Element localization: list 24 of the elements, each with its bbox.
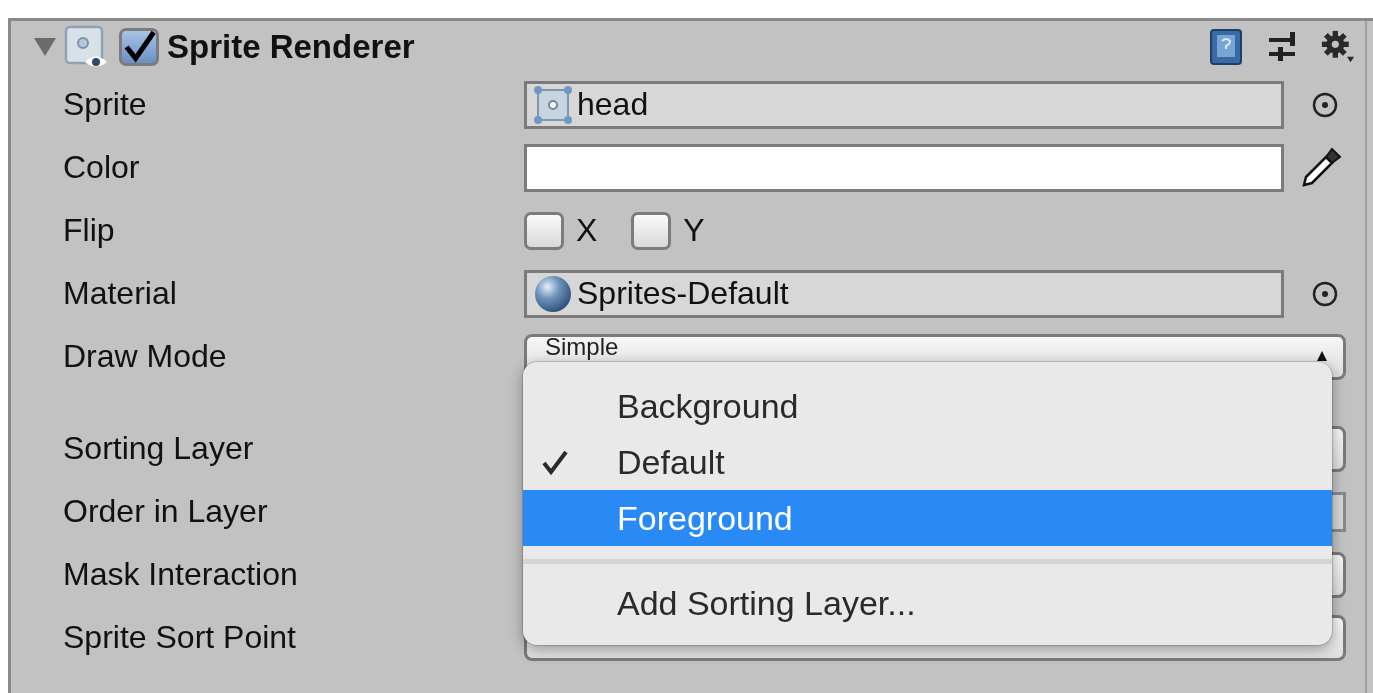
property-label: Sprite Sort Point xyxy=(63,619,297,656)
property-label: Flip xyxy=(63,212,116,249)
property-label: Sprite xyxy=(63,86,148,123)
object-field[interactable]: Sprites-Default xyxy=(524,269,1284,318)
property-label: Draw Mode xyxy=(63,338,228,375)
help-book-icon[interactable] xyxy=(1209,28,1243,66)
color-field[interactable] xyxy=(524,143,1284,192)
menu-item[interactable]: Add Sorting Layer... xyxy=(523,575,1332,631)
object-field[interactable]: head xyxy=(524,80,1284,129)
property-label: Mask Interaction xyxy=(63,556,299,593)
menu-item[interactable]: Default xyxy=(523,434,1332,490)
property-label: Color xyxy=(63,149,141,186)
checkbox-label: X xyxy=(576,212,598,249)
checkbox[interactable] xyxy=(631,211,672,250)
checkbox[interactable] xyxy=(524,211,564,250)
sphere-icon xyxy=(533,273,573,314)
component-title: Sprite Renderer xyxy=(167,28,415,66)
menu-item[interactable]: Background xyxy=(523,378,1332,434)
enabled-checkbox[interactable] xyxy=(119,28,159,66)
property-label: Sorting Layer xyxy=(63,430,255,467)
checkbox-label: Y xyxy=(683,212,705,249)
collapse-arrow-icon[interactable] xyxy=(33,37,57,57)
property-label: Material xyxy=(63,275,178,312)
property-label: Order in Layer xyxy=(63,493,269,530)
